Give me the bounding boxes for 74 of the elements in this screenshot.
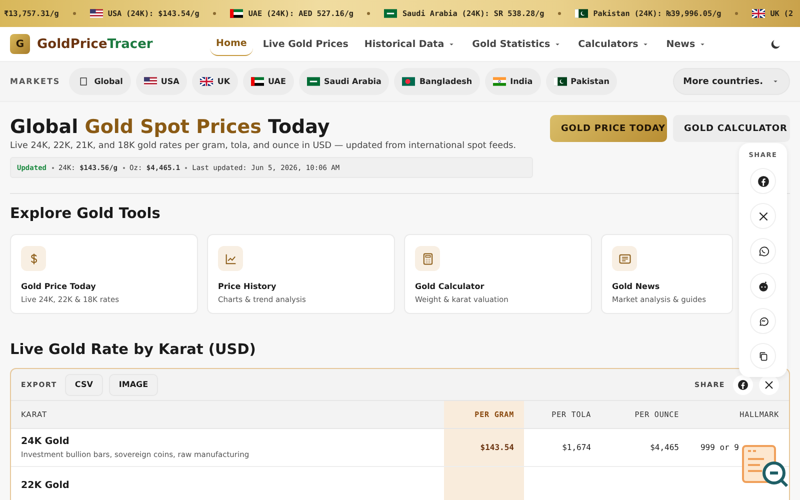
- flag-icon: [251, 77, 264, 86]
- share-button[interactable]: [750, 273, 776, 299]
- market-chip[interactable]: Global: [69, 68, 131, 95]
- market-chip[interactable]: Pakistan: [546, 68, 618, 95]
- market-chip[interactable]: Bangladesh: [394, 68, 480, 95]
- table-cell: $143.54: [444, 428, 524, 466]
- x-logo-icon: [763, 378, 775, 390]
- table-cell: $4,465: [601, 428, 689, 466]
- price-today-button[interactable]: GOLD PRICE TODAY: [550, 115, 667, 142]
- card-title: Gold Calculator: [415, 282, 486, 291]
- section-title: Explore Gold Tools: [10, 206, 160, 222]
- section-title: Live Gold Rate by Karat (USD): [10, 342, 256, 358]
- card-title: Price History: [218, 282, 278, 291]
- separator-dot: [213, 12, 216, 15]
- market-chip[interactable]: Saudi Arabia: [298, 68, 390, 95]
- separator-dot: [185, 166, 188, 168]
- search-document-icon[interactable]: [742, 445, 790, 489]
- nav-link[interactable]: Historical Data: [358, 32, 462, 56]
- market-chip[interactable]: India: [485, 68, 541, 95]
- flag-icon: [554, 77, 567, 86]
- moon-icon[interactable]: [769, 38, 782, 50]
- line-chart-icon: [224, 252, 238, 266]
- share-button[interactable]: [750, 308, 776, 334]
- more-countries-dropdown[interactable]: More countries.: [673, 68, 790, 95]
- nav-link[interactable]: Calculators: [572, 32, 656, 56]
- separator-dot: [367, 12, 370, 15]
- chat-bubble-icon: [756, 314, 770, 328]
- flag-icon: [306, 77, 320, 86]
- nav-link[interactable]: Gold Statistics: [466, 32, 568, 56]
- whatsapp-icon: [756, 244, 770, 258]
- page-title: Global Gold Spot Prices Today: [10, 115, 331, 140]
- flag-icon: [144, 77, 157, 86]
- share-button[interactable]: [733, 374, 753, 394]
- flag-icon: [402, 77, 416, 86]
- separator-dot: [735, 12, 738, 15]
- reddit-icon: [756, 280, 770, 292]
- nav-link[interactable]: Live Gold Prices: [256, 32, 354, 56]
- calculator-button[interactable]: GOLD CALCULATOR: [673, 115, 790, 142]
- facebook-icon: [737, 378, 749, 390]
- nav-link[interactable]: News: [660, 32, 714, 56]
- market-chip[interactable]: UK: [192, 68, 238, 95]
- karat-name: 22K Gold: [21, 480, 70, 490]
- flag-icon: [200, 77, 214, 86]
- flag-icon: [575, 9, 588, 18]
- separator-dot: [52, 166, 54, 168]
- share-button[interactable]: [750, 168, 776, 194]
- card-title: Gold News: [612, 282, 661, 291]
- flag-icon: [384, 9, 398, 18]
- market-chip[interactable]: USA: [136, 68, 188, 95]
- separator-dot: [122, 166, 125, 168]
- export-button[interactable]: IMAGE: [108, 374, 158, 396]
- site-logo-text[interactable]: GoldPriceTracer: [37, 36, 153, 52]
- flag-icon: [230, 9, 244, 18]
- share-button[interactable]: [750, 238, 776, 264]
- separator-dot: [72, 12, 76, 15]
- flag-icon: [90, 9, 103, 18]
- calculator-icon: [420, 252, 434, 266]
- x-logo-icon: [756, 210, 770, 222]
- newspaper-icon: [618, 252, 632, 266]
- share-button[interactable]: [750, 343, 776, 369]
- share-button[interactable]: [750, 203, 776, 229]
- table-cell: $1,674: [524, 428, 601, 466]
- karat-name: 24K Gold: [21, 436, 70, 446]
- logo-icon[interactable]: G: [10, 34, 30, 54]
- flag-icon: [493, 77, 506, 86]
- market-chip[interactable]: UAE: [243, 68, 294, 95]
- flag-icon: [752, 9, 766, 18]
- nav-link[interactable]: Home: [210, 32, 253, 56]
- markets-label: MARKETS: [10, 77, 60, 86]
- separator-dot: [558, 12, 562, 15]
- facebook-icon: [756, 174, 770, 188]
- card-title: Gold Price Today: [21, 282, 97, 291]
- export-button[interactable]: CSV: [64, 374, 103, 396]
- page-subtitle: Live 24K, 22K, 21K, and 18K gold rates per gram, tola, and ounce in USD — updated from international spot feeds.: [10, 141, 518, 151]
